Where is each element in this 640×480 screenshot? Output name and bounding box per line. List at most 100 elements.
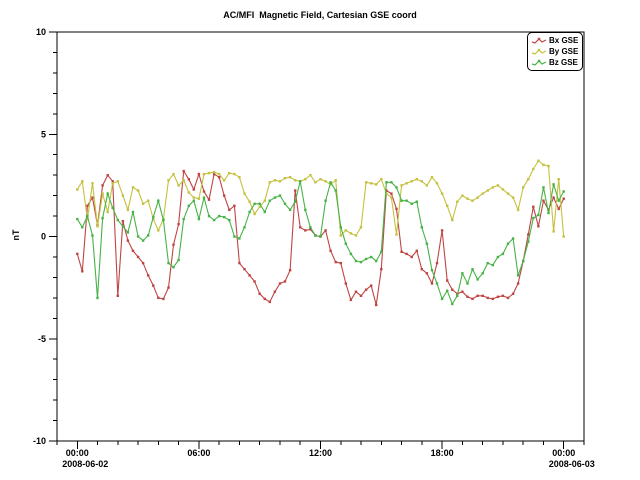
y-tick-label: -5 [38,334,46,344]
data-point [81,226,83,228]
data-point [142,262,144,264]
data-point [355,291,357,293]
data-point [350,299,352,301]
data-point [507,243,509,245]
data-point [426,243,428,245]
data-point [426,272,428,274]
data-point [233,173,235,175]
data-point [502,295,504,297]
data-point [86,215,88,217]
data-point [527,240,529,242]
data-point [223,194,225,196]
data-point [228,219,230,221]
data-point [324,180,326,182]
data-point [537,160,539,162]
series-by-gse [76,160,565,238]
data-point [269,200,271,202]
data-point [466,282,468,284]
data-point [289,176,291,178]
data-point [512,237,514,239]
data-point [380,251,382,253]
data-point [198,198,200,200]
data-point [542,186,544,188]
y-tick-label: 0 [41,232,46,242]
data-point [456,201,458,203]
data-point [203,190,205,192]
data-point [76,253,78,255]
data-point [208,172,210,174]
data-point [299,180,301,182]
data-point [213,219,215,221]
data-point [512,293,514,295]
data-point [193,188,195,190]
data-point [253,213,255,215]
data-point [172,244,174,246]
data-point [466,198,468,200]
data-point [436,262,438,264]
data-point [198,218,200,220]
series-bz-gse [76,180,565,305]
data-point [91,196,93,198]
data-point [309,226,311,228]
data-point [416,250,418,252]
x-tick-date: 2008-06-03 [549,459,595,469]
data-point [365,289,367,291]
data-point [441,229,443,231]
data-point [147,274,149,276]
data-point [81,180,83,182]
data-point [471,200,473,202]
data-point [360,295,362,297]
data-point [294,201,296,203]
data-point [390,192,392,194]
data-point [563,198,565,200]
data-point [253,203,255,205]
data-point [482,295,484,297]
data-point [492,298,494,300]
data-point [142,239,144,241]
data-point [522,260,524,262]
data-point [147,234,149,236]
data-point [451,303,453,305]
data-point [360,226,362,228]
data-point [167,262,169,264]
data-point [542,164,544,166]
data-point [223,179,225,181]
data-point [167,179,169,181]
data-point [395,186,397,188]
data-point [193,196,195,198]
data-point [137,189,139,191]
legend-label: Bz GSE [549,59,578,67]
data-point [233,235,235,237]
data-point [558,208,560,210]
data-point [157,229,159,231]
data-point [421,180,423,182]
data-point [537,225,539,227]
data-point [299,226,301,228]
data-point [375,304,377,306]
data-point [395,233,397,235]
data-point [390,196,392,198]
data-point [319,235,321,237]
data-point [309,174,311,176]
data-point [188,178,190,180]
data-point [183,170,185,172]
data-point [532,206,534,208]
data-point [405,200,407,202]
data-point [101,217,103,219]
data-point [264,211,266,213]
data-point [502,253,504,255]
data-point [218,173,220,175]
data-point [507,297,509,299]
data-point [76,218,78,220]
data-point [451,219,453,221]
data-point [345,243,347,245]
data-point [122,220,124,222]
data-point [193,200,195,202]
x-tick-date: 2008-06-02 [62,459,108,469]
data-point [304,209,306,211]
data-point [552,230,554,232]
data-point [421,226,423,228]
data-point [122,194,124,196]
series-bx-gse [76,170,565,306]
data-point [512,196,514,198]
